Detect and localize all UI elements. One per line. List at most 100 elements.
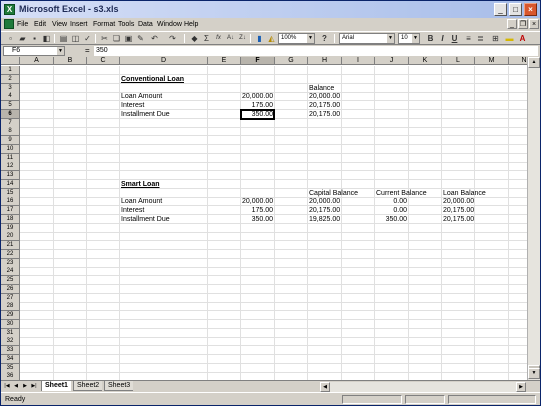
row-header[interactable]: 17 [1, 206, 20, 215]
row-header[interactable]: 31 [1, 328, 20, 338]
menu-window[interactable]: Window [157, 19, 182, 30]
column-header[interactable]: H [308, 57, 342, 65]
row-header[interactable]: 20 [1, 232, 20, 242]
cell-j15[interactable]: Current Balance [376, 189, 427, 198]
equals-icon[interactable]: = [85, 46, 90, 56]
chevron-down-icon[interactable]: ▼ [412, 34, 419, 43]
cell-h5[interactable]: 20,175.00 [309, 101, 340, 110]
spelling-icon[interactable]: ✓ [82, 33, 93, 44]
scroll-down-icon[interactable]: ▼ [528, 368, 540, 379]
cell-h17[interactable]: 20,175.00 [309, 206, 340, 215]
font-size-select[interactable]: 10 ▼ [398, 33, 420, 44]
scroll-left-icon[interactable]: ◀ [320, 382, 330, 392]
open-icon[interactable]: ▰ [17, 33, 28, 44]
menu-file[interactable]: File [17, 19, 28, 30]
row-header[interactable]: 36 [1, 372, 20, 380]
cell-f6[interactable]: 350.00 [242, 110, 273, 119]
column-header[interactable]: C [87, 57, 120, 65]
vertical-scrollbar[interactable]: ▲ ▼ [527, 57, 540, 380]
row-header[interactable]: 27 [1, 293, 20, 303]
sheet-tab-sheet3[interactable]: Sheet3 [104, 381, 134, 391]
redo-icon[interactable]: ↷ [167, 33, 178, 44]
column-header[interactable]: A [20, 57, 54, 65]
cell-j18[interactable]: 350.00 [376, 215, 407, 224]
row-header[interactable]: 18 [1, 214, 20, 224]
formula-input[interactable]: 350 [94, 46, 538, 56]
doc-close-button[interactable]: × [529, 19, 539, 29]
menu-view[interactable]: View [52, 19, 67, 30]
row-header[interactable]: 3 [1, 83, 20, 93]
last-sheet-icon[interactable]: ▶| [30, 382, 38, 391]
row-header[interactable]: 28 [1, 302, 20, 312]
fill-color-icon[interactable]: ▬ [504, 33, 515, 44]
cell-l16[interactable]: 20,000.00 [443, 197, 474, 206]
cell-d17[interactable]: Interest [121, 206, 144, 215]
row-header[interactable]: 23 [1, 258, 20, 268]
column-header[interactable]: M [475, 57, 509, 65]
autosum-icon[interactable]: Σ [201, 33, 212, 44]
cell-h6[interactable]: 20,175.00 [309, 110, 340, 119]
font-select[interactable]: Arial ▼ [339, 33, 395, 44]
save-icon[interactable]: ▪ [29, 33, 40, 44]
bold-button[interactable]: B [425, 33, 436, 44]
row-header[interactable]: 15 [1, 188, 20, 198]
column-header[interactable]: G [275, 57, 308, 65]
print-icon[interactable]: ▤ [58, 33, 69, 44]
format-painter-icon[interactable]: ✎ [135, 33, 146, 44]
row-header[interactable]: 11 [1, 153, 20, 163]
print-preview-icon[interactable]: ◫ [70, 33, 81, 44]
cut-icon[interactable]: ✂ [99, 33, 110, 44]
row-header[interactable]: 13 [1, 171, 20, 180]
row-header[interactable]: 16 [1, 197, 20, 207]
column-header[interactable]: B [54, 57, 87, 65]
next-sheet-icon[interactable]: ▶ [21, 382, 29, 391]
column-header[interactable]: I [342, 57, 375, 65]
menu-format[interactable]: Format [93, 19, 115, 30]
close-button[interactable]: × [524, 3, 537, 16]
row-header[interactable]: 4 [1, 92, 20, 102]
chevron-down-icon[interactable]: ▼ [307, 34, 314, 43]
help-icon[interactable]: ? [319, 33, 330, 44]
cell-f4[interactable]: 20,000.00 [242, 92, 273, 101]
column-header[interactable]: J [375, 57, 409, 65]
row-header[interactable]: 33 [1, 346, 20, 355]
paste-icon[interactable]: ▣ [123, 33, 134, 44]
cell-l17[interactable]: 20,175.00 [443, 206, 474, 215]
cell-j16[interactable]: 0.00 [376, 197, 407, 206]
cell-h16[interactable]: 20,000.00 [309, 197, 340, 206]
new-icon[interactable]: ▫ [5, 33, 16, 44]
cell-l18[interactable]: 20,175.00 [443, 215, 474, 224]
row-header[interactable]: 5 [1, 101, 20, 110]
menu-data[interactable]: Data [138, 19, 153, 30]
sheet-tab-sheet2[interactable]: Sheet2 [73, 381, 103, 391]
menu-tools[interactable]: Tools [118, 19, 134, 30]
menu-insert[interactable]: Insert [70, 19, 88, 30]
underline-button[interactable]: U [449, 33, 460, 44]
cell-l15[interactable]: Loan Balance [443, 189, 486, 198]
sort-descending-icon[interactable]: Z↓ [237, 33, 248, 44]
drawing-icon[interactable]: ◭ [266, 33, 277, 44]
row-header[interactable]: 21 [1, 241, 20, 250]
column-header[interactable]: L [442, 57, 475, 65]
excel-icon[interactable]: X [4, 4, 15, 15]
cell-d6[interactable]: Installment Due [121, 110, 170, 119]
row-header[interactable]: 24 [1, 267, 20, 277]
hyperlink-icon[interactable]: ◆ [189, 33, 200, 44]
cell-d16[interactable]: Loan Amount [121, 197, 162, 206]
cell-d14[interactable]: Smart Loan [121, 180, 160, 189]
select-all-button[interactable] [1, 57, 20, 65]
doc-minimize-button[interactable]: _ [507, 19, 517, 29]
horizontal-scrollbar[interactable]: ◀ ▶ [320, 382, 526, 392]
row-header[interactable]: 19 [1, 223, 20, 233]
row-header[interactable]: 34 [1, 354, 20, 364]
italic-button[interactable]: I [437, 33, 448, 44]
borders-icon[interactable]: ⊞ [490, 33, 501, 44]
cell-d5[interactable]: Interest [121, 101, 144, 110]
cell-f17[interactable]: 175.00 [242, 206, 273, 215]
row-header[interactable]: 32 [1, 337, 20, 347]
menu-help[interactable]: Help [184, 19, 198, 30]
scroll-right-icon[interactable]: ▶ [516, 382, 526, 392]
cell-d4[interactable]: Loan Amount [121, 92, 162, 101]
row-header[interactable]: 10 [1, 144, 20, 154]
permission-icon[interactable]: ◧ [41, 33, 52, 44]
